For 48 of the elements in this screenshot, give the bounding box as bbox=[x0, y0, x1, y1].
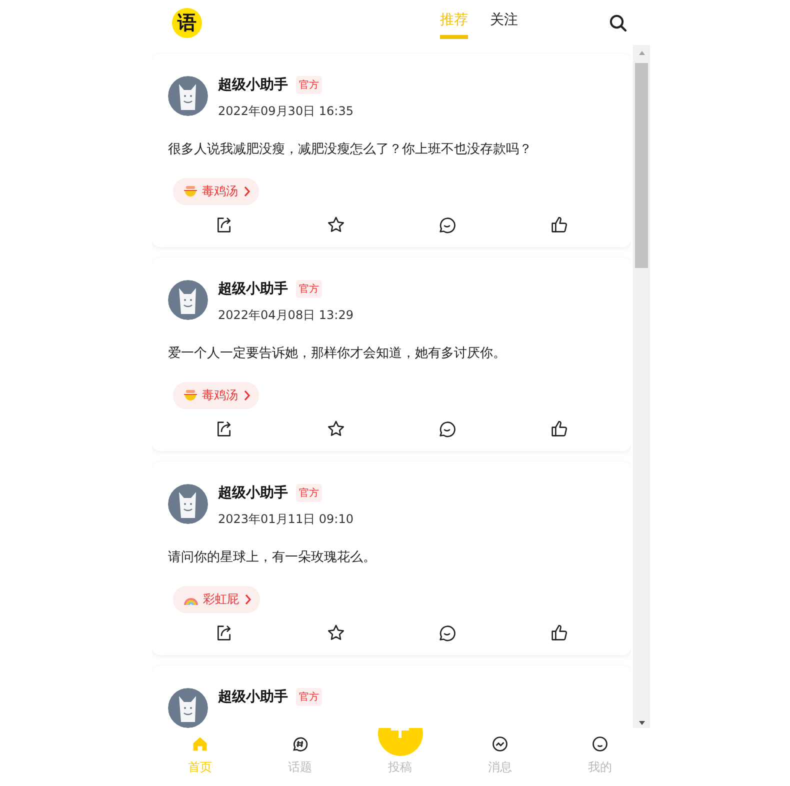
star-icon[interactable] bbox=[326, 419, 346, 439]
topic-tag[interactable]: 毒鸡汤 bbox=[173, 382, 259, 409]
official-tag: 官方 bbox=[296, 280, 322, 298]
smiley-icon bbox=[591, 735, 609, 753]
author-name[interactable]: 超级小助手 bbox=[218, 280, 288, 298]
author-name[interactable]: 超级小助手 bbox=[218, 688, 288, 706]
feed-tab[interactable]: 关注 bbox=[490, 6, 518, 39]
comment-icon[interactable] bbox=[437, 215, 458, 235]
thumbs-up-icon[interactable] bbox=[549, 419, 570, 439]
avatar-icon[interactable] bbox=[168, 484, 208, 524]
chevron-right-icon bbox=[243, 390, 251, 401]
nav-tab[interactable]: 消息 bbox=[450, 728, 550, 786]
thumbs-up-icon[interactable] bbox=[549, 215, 570, 235]
comment-icon[interactable] bbox=[437, 623, 458, 643]
post-text: 很多人说我减肥没瘦，减肥没瘦怎么了？你上班不也没存款吗？ bbox=[168, 141, 533, 158]
avatar-icon[interactable] bbox=[168, 280, 208, 320]
official-tag: 官方 bbox=[296, 688, 322, 706]
soup-bowl-icon bbox=[184, 390, 197, 402]
official-tag: 官方 bbox=[296, 484, 322, 502]
search-icon[interactable] bbox=[608, 12, 628, 32]
author-name[interactable]: 超级小助手 bbox=[218, 484, 288, 502]
post-text: 爱一个人一定要告诉她，那样你才会知道，她有多讨厌你。 bbox=[168, 345, 507, 362]
official-tag: 官方 bbox=[296, 76, 322, 94]
app-logo: 语 bbox=[172, 8, 202, 38]
topic-tag[interactable]: 彩虹屁 bbox=[173, 586, 260, 613]
soup-bowl-icon bbox=[184, 186, 197, 198]
star-icon[interactable] bbox=[326, 215, 346, 235]
thumbs-up-icon[interactable] bbox=[549, 623, 570, 643]
nav-tab[interactable]: 话题 bbox=[250, 728, 350, 786]
nav-tab[interactable]: 我的 bbox=[550, 728, 650, 786]
scrollbar[interactable] bbox=[633, 45, 650, 728]
hashtag-bubble-icon bbox=[291, 735, 309, 753]
post-text: 请问你的星球上，有一朵玫瑰花么。 bbox=[168, 549, 377, 566]
chart-bubble-icon bbox=[491, 735, 509, 753]
home-icon bbox=[191, 735, 209, 753]
post-date: 2022年04月08日 13:29 bbox=[218, 307, 354, 324]
chevron-right-icon bbox=[244, 594, 252, 605]
star-icon[interactable] bbox=[326, 623, 346, 643]
post-date: 2023年01月11日 09:10 bbox=[218, 511, 354, 528]
post-date: 2022年09月30日 16:35 bbox=[218, 103, 354, 120]
topic-tag[interactable]: 毒鸡汤 bbox=[173, 178, 259, 205]
comment-icon[interactable] bbox=[437, 419, 458, 439]
author-name[interactable]: 超级小助手 bbox=[218, 76, 288, 94]
chevron-right-icon bbox=[243, 186, 251, 197]
nav-tab[interactable]: 投稿 bbox=[350, 728, 450, 786]
avatar-icon[interactable] bbox=[168, 688, 208, 728]
scroll-thumb[interactable] bbox=[635, 63, 648, 268]
avatar-icon[interactable] bbox=[168, 76, 208, 116]
